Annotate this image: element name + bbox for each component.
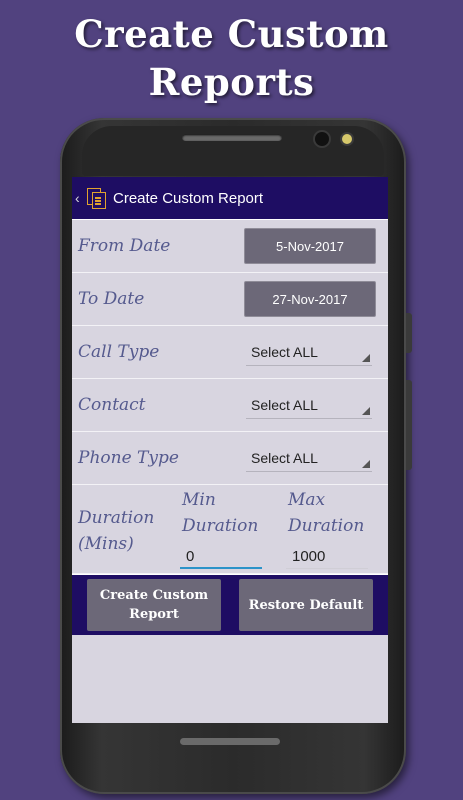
min-duration-label: Min Duration xyxy=(182,490,259,536)
front-camera-icon xyxy=(315,132,329,146)
phone-type-label: Phone Type xyxy=(78,448,179,468)
call-type-label: Call Type xyxy=(78,342,160,362)
action-bar: Create Custom Report Restore Default xyxy=(72,574,388,635)
from-date-label: From Date xyxy=(78,236,171,256)
to-date-label: To Date xyxy=(78,289,145,309)
phone-type-row: Phone Type Select ALL xyxy=(72,432,388,485)
duration-row: Duration (Mins) Min Duration Max Duratio… xyxy=(72,485,388,574)
duration-label: Duration (Mins) xyxy=(78,508,155,554)
to-date-row: To Date 27-Nov-2017 xyxy=(72,273,388,326)
app-screen: ‹ Create Custom Report From Date 5-Nov-2… xyxy=(72,177,388,723)
back-icon[interactable]: ‹ xyxy=(75,190,85,206)
restore-default-button[interactable]: Restore Default xyxy=(239,579,373,631)
call-type-value: Select ALL xyxy=(251,343,318,360)
sensor-icon xyxy=(342,134,352,144)
to-date-button[interactable]: 27-Nov-2017 xyxy=(244,281,376,317)
banner-title-line2: Reports xyxy=(148,60,315,104)
max-duration-label: Max Duration xyxy=(288,490,365,536)
min-duration-input[interactable] xyxy=(180,545,262,569)
from-date-button[interactable]: 5-Nov-2017 xyxy=(244,228,376,264)
from-date-row: From Date 5-Nov-2017 xyxy=(72,220,388,273)
dropdown-triangle-icon xyxy=(362,407,370,415)
app-bar: ‹ Create Custom Report xyxy=(72,177,388,220)
banner-title-line1: Create Custom xyxy=(74,12,389,56)
volume-button xyxy=(406,380,412,470)
contact-select[interactable]: Select ALL xyxy=(246,391,372,419)
call-type-select[interactable]: Select ALL xyxy=(246,338,372,366)
earpiece-speaker xyxy=(182,134,282,141)
report-icon[interactable] xyxy=(87,188,106,209)
dropdown-triangle-icon xyxy=(362,354,370,362)
contact-value: Select ALL xyxy=(251,396,318,413)
phone-type-value: Select ALL xyxy=(251,449,318,466)
phone-type-select[interactable]: Select ALL xyxy=(246,444,372,472)
app-bar-title: Create Custom Report xyxy=(113,189,264,207)
contact-label: Contact xyxy=(78,395,146,415)
dropdown-triangle-icon xyxy=(362,460,370,468)
contact-row: Contact Select ALL xyxy=(72,379,388,432)
call-type-row: Call Type Select ALL xyxy=(72,326,388,379)
max-duration-input[interactable] xyxy=(286,545,368,569)
bottom-speaker xyxy=(180,738,280,745)
power-button xyxy=(406,313,412,353)
create-custom-report-button[interactable]: Create Custom Report xyxy=(87,579,221,631)
